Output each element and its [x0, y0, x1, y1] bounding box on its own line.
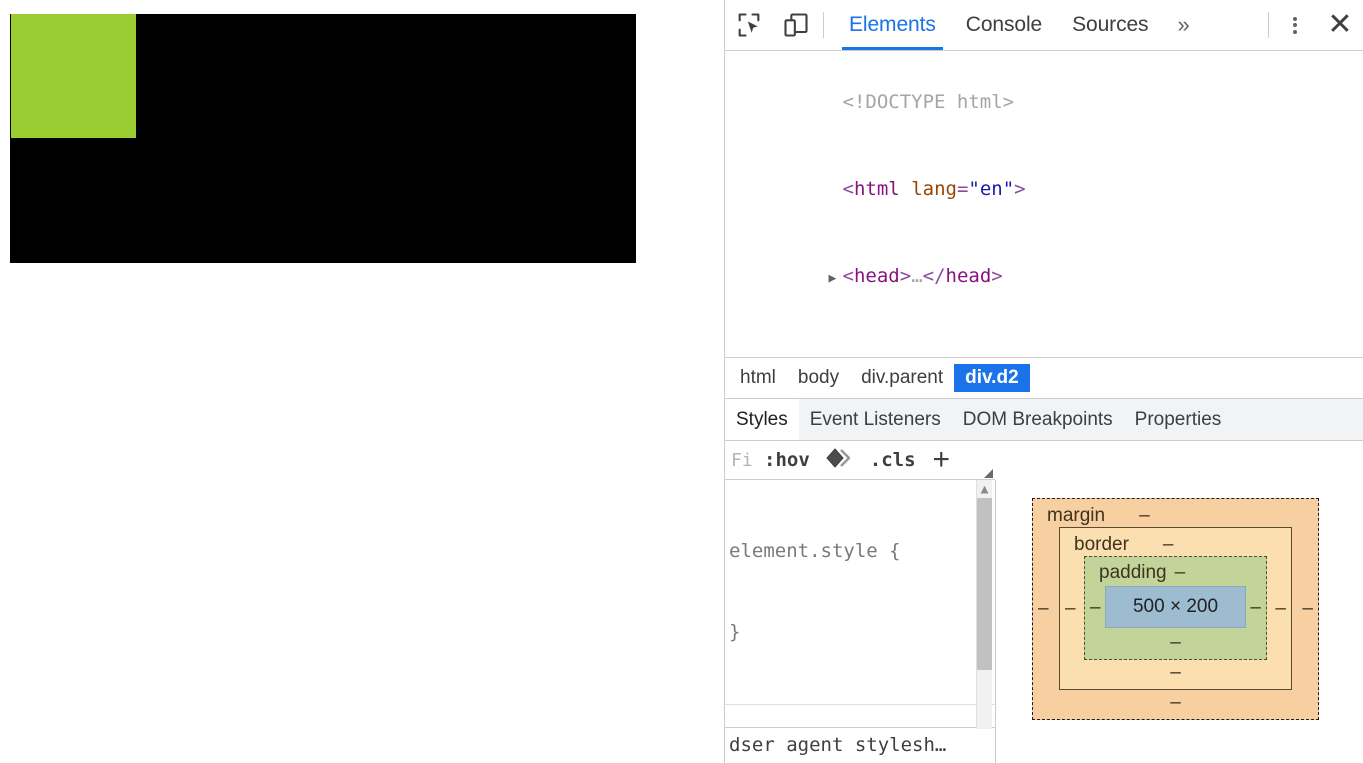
dom-row-body[interactable]: ▼<body>: [725, 322, 1363, 357]
styles-scrollbar[interactable]: ▲: [976, 480, 992, 729]
border-top-value[interactable]: –: [1163, 534, 1174, 556]
border-bottom-value-wrap: –: [1060, 660, 1291, 689]
toolbar-divider-right: [1268, 12, 1269, 38]
expand-triangle-right-icon[interactable]: ▶: [829, 264, 843, 293]
devtools-toolbar: Elements Console Sources » ✕: [725, 0, 1363, 51]
tab-dom-breakpoints[interactable]: DOM Breakpoints: [952, 399, 1124, 440]
toolbar-divider-left: [823, 12, 824, 38]
tab-properties[interactable]: Properties: [1124, 399, 1233, 440]
dom-row-doctype[interactable]: <!DOCTYPE html>: [725, 59, 1363, 146]
computed-styles-icon[interactable]: [819, 447, 861, 474]
more-tabs-chevron-icon[interactable]: »: [1163, 0, 1203, 50]
styles-sidebar-tabs: Styles Event Listeners DOM Breakpoints P…: [725, 399, 1363, 441]
punct: =: [956, 178, 969, 200]
breadcrumb-item-div-d2[interactable]: div.d2: [954, 364, 1030, 392]
class-editor-button[interactable]: .cls: [861, 449, 925, 471]
tag-name-html: html: [853, 178, 900, 200]
page-viewport: [0, 0, 724, 763]
border-top-row: border –: [1060, 534, 1291, 556]
punct: >: [1014, 178, 1026, 200]
hover-state-button[interactable]: :hov: [755, 449, 819, 471]
breadcrumb-item-html[interactable]: html: [729, 364, 787, 392]
punct: >: [899, 265, 912, 287]
kebab-dots: [1293, 14, 1297, 36]
margin-top-value[interactable]: –: [1139, 505, 1150, 527]
margin-bottom-value[interactable]: –: [1170, 692, 1181, 713]
tag-name-head: head: [853, 265, 900, 287]
tab-sources[interactable]: Sources: [1057, 0, 1163, 50]
element-style-close: }: [729, 621, 741, 643]
element-style-selector: element.style {: [729, 540, 901, 562]
padding-label: padding: [1099, 562, 1167, 583]
box-model-padding[interactable]: padding – 500 × 200 – – –: [1084, 556, 1267, 660]
page-body: [0, 0, 724, 763]
close-icon[interactable]: ✕: [1317, 0, 1363, 50]
devtools-screenshot: Elements Console Sources » ✕ <!DOCTYPE h…: [0, 0, 1363, 763]
device-toolbar-icon[interactable]: [772, 0, 819, 50]
padding-bottom-value-wrap: –: [1085, 630, 1266, 659]
inspect-cursor-icon-svg: [738, 13, 759, 37]
punct: <: [843, 354, 854, 357]
scrollbar-up-arrow-icon[interactable]: ▲: [977, 480, 992, 498]
rule-element-style[interactable]: element.style { }: [725, 480, 995, 705]
tab-elements[interactable]: Elements: [834, 0, 951, 50]
more-options-icon[interactable]: [1273, 0, 1317, 50]
inspect-cursor-icon[interactable]: [725, 0, 772, 50]
breadcrumb-item-div-parent[interactable]: div.parent: [850, 364, 954, 392]
dom-row-html[interactable]: <html lang="en">: [725, 146, 1363, 233]
dom-row-head[interactable]: ▶ <head>…</head>: [725, 233, 1363, 322]
padding-top-row: padding –: [1085, 562, 1266, 584]
padding-left-value[interactable]: –: [1090, 597, 1101, 619]
ellipsis: …: [911, 265, 923, 287]
div-d1-green-box[interactable]: [11, 14, 136, 138]
styles-toolbar: Fi :hov .cls +: [725, 441, 995, 480]
dom-tree: <!DOCTYPE html> <html lang="en"> ▶ <head>…: [725, 51, 1363, 357]
margin-right-value[interactable]: –: [1302, 598, 1313, 620]
computed-styles-icon-svg: [826, 447, 851, 468]
device-toolbar-icon-svg: [783, 13, 808, 37]
filter-input[interactable]: Fi: [725, 450, 755, 471]
breadcrumb-item-body[interactable]: body: [787, 364, 850, 392]
margin-left-value[interactable]: –: [1038, 598, 1049, 620]
attr-name-lang: lang: [911, 178, 957, 200]
margin-label: margin: [1047, 505, 1106, 526]
styles-and-box-model: element.style { } index.css:10.d2 { widt…: [725, 480, 1363, 763]
tab-console[interactable]: Console: [951, 0, 1057, 50]
punct: </: [922, 265, 946, 287]
devtools-panel: Elements Console Sources » ✕ <!DOCTYPE h…: [724, 0, 1363, 763]
user-agent-stylesheet-row[interactable]: dser agent stylesh…: [725, 727, 995, 763]
resize-grip[interactable]: [984, 469, 993, 478]
punct: <: [842, 178, 854, 200]
box-model-margin[interactable]: margin – border – padding – 500 × 200 – …: [1032, 498, 1319, 720]
punct: >: [900, 354, 911, 357]
panel-tabs: Elements Console Sources: [834, 0, 1163, 50]
tab-styles[interactable]: Styles: [725, 399, 799, 440]
border-label: border: [1074, 534, 1129, 555]
border-left-value[interactable]: –: [1065, 598, 1076, 620]
scrollbar-thumb[interactable]: [977, 498, 992, 670]
new-style-rule-button[interactable]: +: [925, 445, 959, 475]
margin-bottom-value-wrap: –: [1033, 690, 1318, 719]
border-right-value[interactable]: –: [1275, 598, 1286, 620]
attr-value-en: "en": [968, 178, 1015, 200]
punct: <: [842, 265, 854, 287]
box-model-diagram: margin – border – padding – 500 × 200 – …: [996, 480, 1363, 763]
tab-event-listeners[interactable]: Event Listeners: [799, 399, 952, 440]
punct: >: [991, 265, 1003, 287]
styles-rules-list: element.style { } index.css:10.d2 { widt…: [725, 480, 996, 763]
padding-bottom-value[interactable]: –: [1170, 632, 1181, 653]
tag-name-body: body: [854, 354, 900, 357]
box-model-border[interactable]: border – padding – 500 × 200 – – – – – –: [1059, 527, 1292, 690]
border-bottom-value[interactable]: –: [1170, 662, 1181, 683]
collapse-triangle-down-icon[interactable]: ▼: [829, 353, 843, 357]
margin-top-row: margin –: [1033, 505, 1318, 527]
toolbar-right-group: ✕: [1264, 0, 1363, 50]
doctype-text: <!DOCTYPE html>: [842, 91, 1015, 113]
padding-top-value[interactable]: –: [1175, 562, 1186, 584]
tag-name-head-close: head: [945, 265, 992, 287]
box-model-content[interactable]: 500 × 200: [1105, 586, 1246, 628]
padding-right-value[interactable]: –: [1250, 597, 1261, 619]
breadcrumb: html body div.parent div.d2: [725, 357, 1363, 399]
